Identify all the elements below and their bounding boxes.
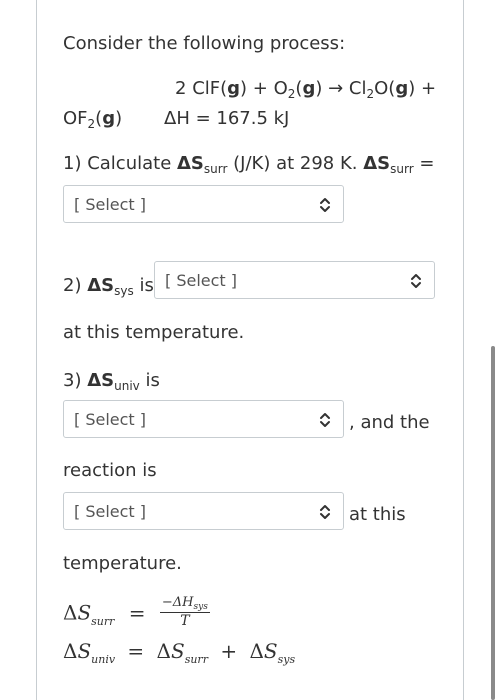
question-2-suffix: at this temperature. xyxy=(63,322,245,343)
question-intro: Consider the following process: xyxy=(63,33,346,54)
and-the-text: , and the xyxy=(349,412,430,433)
select-value: [ Select ] xyxy=(74,502,147,521)
temperature-text: temperature. xyxy=(63,553,182,574)
question-card xyxy=(36,0,464,700)
select-value: [ Select ] xyxy=(74,410,147,429)
select-delta-s-sys[interactable]: [ Select ] xyxy=(154,261,435,299)
select-delta-s-surr[interactable]: [ Select ] xyxy=(63,185,344,223)
question-3-text: 3) ΔSuniv is xyxy=(63,370,160,393)
reaction-is-text: reaction is xyxy=(63,460,157,481)
formula-delta-s-surr: ΔSsurr = −ΔHsys T xyxy=(63,595,210,629)
chevron-updown-icon xyxy=(320,198,330,212)
chevron-updown-icon xyxy=(320,413,330,427)
formula-delta-s-univ: ΔSuniv = ΔSsurr + ΔSsys xyxy=(63,639,296,666)
reaction-equation: 2 ClF(g) + O2(g) → Cl2O(g) + xyxy=(175,78,437,101)
select-value: [ Select ] xyxy=(74,195,147,214)
reaction-product-of2: OF2(g) xyxy=(63,108,123,131)
chevron-updown-icon xyxy=(320,505,330,519)
at-this-text: at this xyxy=(349,504,406,525)
vertical-scrollbar[interactable] xyxy=(491,346,495,700)
fraction: −ΔHsys T xyxy=(159,595,210,629)
select-spontaneity[interactable]: [ Select ] xyxy=(63,492,344,530)
enthalpy-value: ΔH = 167.5 kJ xyxy=(164,108,290,129)
question-2-text: 2) ΔSsys is xyxy=(63,275,154,298)
question-1-text: 1) Calculate ΔSsurr (J/K) at 298 K. ΔSsu… xyxy=(63,153,435,176)
chevron-updown-icon xyxy=(411,274,421,288)
select-value: [ Select ] xyxy=(165,271,238,290)
select-delta-s-univ[interactable]: [ Select ] xyxy=(63,400,344,438)
